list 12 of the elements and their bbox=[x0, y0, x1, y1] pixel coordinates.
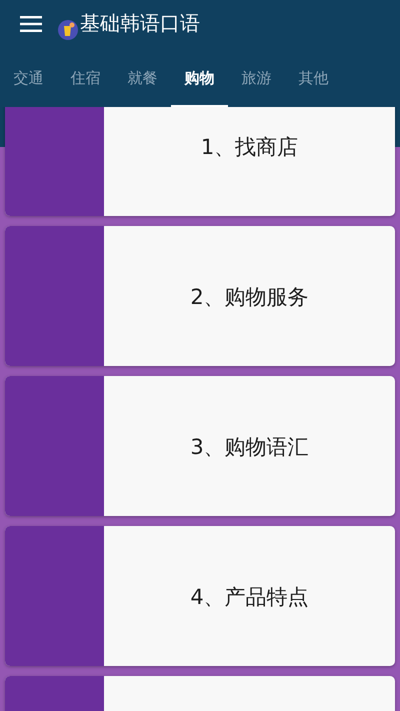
lesson-card[interactable]: 3、购物语汇 bbox=[5, 376, 395, 516]
category-tab[interactable]: 交通 bbox=[0, 48, 57, 107]
category-tab[interactable]: 其他 bbox=[285, 48, 342, 107]
drink-glass-icon bbox=[58, 20, 78, 40]
category-tab[interactable]: 旅游 bbox=[228, 48, 285, 107]
app-title: 基础韩语口语 bbox=[80, 11, 200, 35]
lesson-card[interactable]: 2、购物服务 bbox=[5, 226, 395, 366]
menu-icon[interactable] bbox=[20, 15, 42, 33]
lesson-card[interactable]: 4、产品特点 bbox=[5, 526, 395, 666]
category-tab[interactable]: 住宿 bbox=[57, 48, 114, 107]
lesson-card[interactable]: 1、找商店 bbox=[5, 107, 395, 216]
category-tab[interactable]: 就餐 bbox=[114, 48, 171, 107]
